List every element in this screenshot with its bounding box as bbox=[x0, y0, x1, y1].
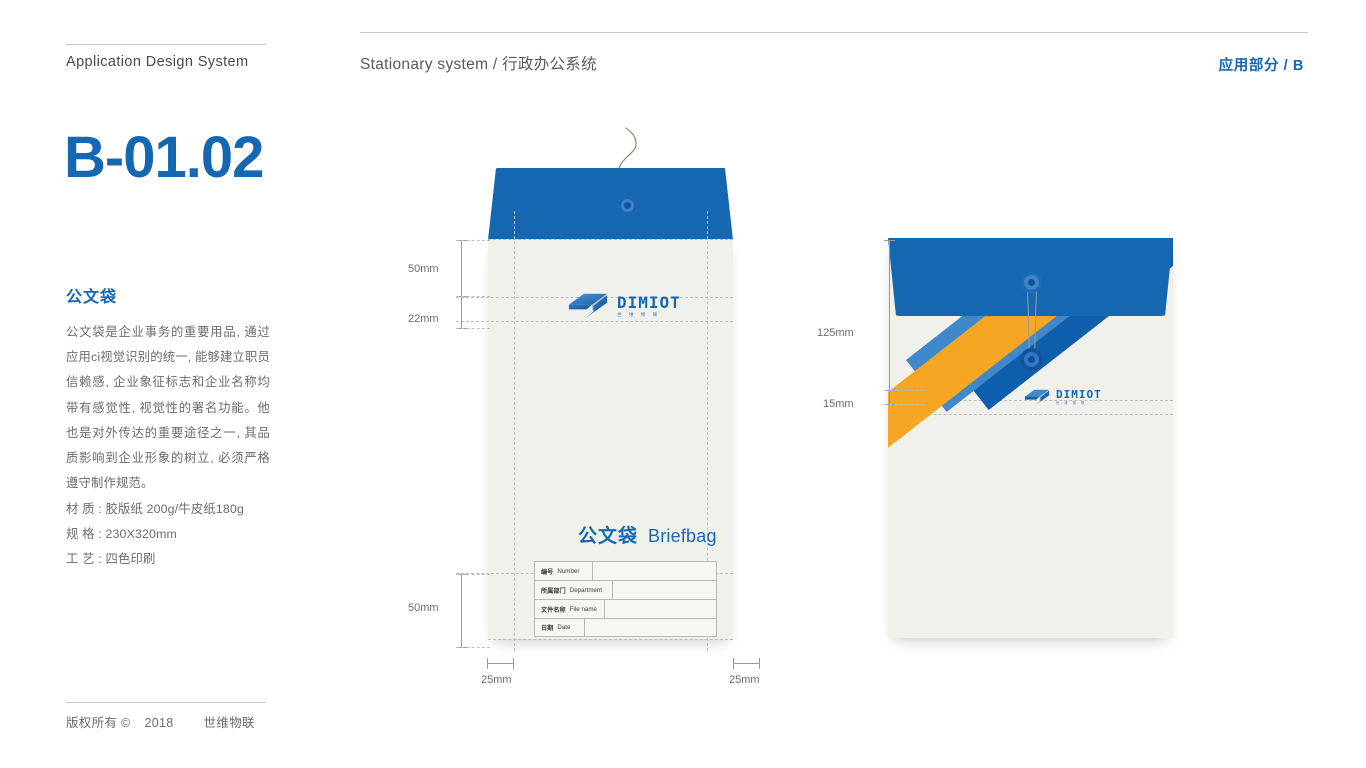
form-value-cell[interactable] bbox=[605, 600, 716, 618]
table-row: 文件名称 File name bbox=[534, 599, 717, 618]
table-row: 所属部门 Department bbox=[534, 580, 717, 599]
form-value-cell[interactable] bbox=[593, 562, 716, 580]
form-label-cn: 文件名称 bbox=[541, 606, 566, 614]
guide-extension bbox=[456, 296, 490, 297]
dimiot-diamond-arrow-mark bbox=[1023, 388, 1051, 407]
sidebar-specs: 材 质 : 胶版纸 200g/牛皮纸180g 规 格 : 230X320mm 工… bbox=[66, 497, 281, 573]
form-label-en: Date bbox=[557, 624, 571, 631]
sidebar-title: 公文袋 bbox=[66, 289, 118, 306]
brand-guideline-page: Application Design System Stationary sys… bbox=[0, 0, 1366, 768]
guide-line-v bbox=[514, 211, 515, 651]
envelope-eyelet-icon bbox=[1021, 272, 1042, 293]
dimension-label-bottom-margin: 50mm bbox=[408, 602, 439, 614]
footer-year: 2018 bbox=[144, 716, 174, 730]
form-label-cell: 日期 Date bbox=[535, 619, 585, 636]
logo-subtext: 世 维 物 联 bbox=[617, 311, 661, 317]
spec-process: 工 艺 : 四色印刷 bbox=[66, 552, 156, 567]
table-row: 编号 Number bbox=[534, 561, 717, 580]
dimension-label-top-flap: 50mm bbox=[408, 263, 439, 275]
guide-extension bbox=[456, 240, 490, 241]
envelope-eyelet-icon bbox=[1020, 348, 1043, 371]
form-label-en: Department bbox=[569, 586, 603, 594]
form-label-cell: 编号 Number bbox=[535, 562, 593, 580]
form-label-en: File name bbox=[569, 605, 597, 613]
guide-line-h bbox=[488, 639, 733, 640]
envelope-back-view: DIMIOT 世 维 物 联 bbox=[880, 238, 1180, 648]
guide-extension bbox=[884, 390, 924, 391]
dimension-tick bbox=[884, 240, 895, 241]
print-title-cn: 公文袋 bbox=[578, 526, 639, 547]
guide-extension bbox=[884, 404, 924, 405]
dimension-tick bbox=[487, 658, 488, 669]
form-label-cell: 所属部门 Department bbox=[535, 581, 613, 599]
table-row: 日期 Date bbox=[534, 618, 717, 637]
envelope-body: DIMIOT 世 维 物 联 公文袋 Briefbag 编号 Number 所属… bbox=[456, 211, 733, 651]
footer-rule bbox=[66, 702, 266, 703]
dimension-tick bbox=[513, 658, 514, 669]
header-chapter-label: 应用部分 / B bbox=[1218, 58, 1304, 74]
form-label-cell: 文件名称 File name bbox=[535, 600, 605, 618]
dimension-arrow-vertical bbox=[461, 574, 462, 648]
dimension-arrow-vertical bbox=[461, 240, 462, 329]
dimension-label-logo-band: 22mm bbox=[408, 313, 439, 325]
header-section-label: Stationary system / 行政办公系统 bbox=[360, 56, 597, 73]
footer-copyright: 版权所有 © 2018 世维物联 bbox=[66, 712, 255, 731]
dimension-label-right-side: 25mm bbox=[729, 674, 760, 686]
header-rule-main bbox=[360, 32, 1308, 33]
spec-material: 材 质 : 胶版纸 200g/牛皮纸180g bbox=[66, 502, 244, 516]
footer-copyright-text: 版权所有 © bbox=[66, 716, 131, 730]
guide-line-h bbox=[456, 321, 733, 322]
dimension-arrow-horizontal bbox=[733, 663, 760, 664]
guide-line-h bbox=[488, 239, 733, 240]
dimension-label-logo-offset: 15mm bbox=[823, 398, 854, 410]
form-value-cell[interactable] bbox=[585, 619, 716, 636]
dimension-label-left-side: 25mm bbox=[481, 674, 512, 686]
page-code: B-01.02 bbox=[64, 125, 264, 190]
dimiot-diamond-arrow-mark bbox=[566, 291, 610, 321]
dimension-tick bbox=[759, 658, 760, 669]
guide-extension bbox=[456, 647, 490, 648]
logo-wordmark: DIMIOT bbox=[617, 292, 681, 312]
logo-wordmark: DIMIOT bbox=[1056, 388, 1102, 402]
form-value-cell[interactable] bbox=[613, 581, 716, 599]
envelope-flap bbox=[488, 168, 733, 240]
dimension-arrow-vertical bbox=[889, 240, 890, 404]
spec-size: 规 格 : 230X320mm bbox=[66, 527, 177, 542]
form-label-cn: 编号 bbox=[541, 568, 554, 576]
envelope-form-table: 编号 Number 所属部门 Department 文件名称 File name… bbox=[534, 561, 717, 637]
sidebar-description: 公文袋是企业事务的重要用品, 通过应用ci视觉识别的统一, 能够建立职员信赖感,… bbox=[66, 325, 270, 491]
logo-text-block: DIMIOT 世 维 物 联 bbox=[1056, 389, 1102, 405]
guide-extension bbox=[456, 574, 490, 575]
logo-subtext: 世 维 物 联 bbox=[1056, 401, 1087, 406]
guide-extension bbox=[456, 328, 490, 329]
logo-text-block: DIMIOT 世 维 物 联 bbox=[617, 292, 681, 318]
dimension-tick bbox=[733, 658, 734, 669]
header-left-label: Application Design System bbox=[66, 54, 249, 70]
print-title-en: Briefbag bbox=[648, 526, 717, 546]
form-label-en: Number bbox=[557, 567, 580, 575]
dimension-label-flap-depth: 125mm bbox=[817, 327, 854, 339]
brand-logo-lockup: DIMIOT 世 维 物 联 bbox=[1023, 388, 1102, 407]
envelope-eyelet-icon bbox=[618, 196, 637, 215]
header-rule-left bbox=[66, 44, 266, 45]
footer-company: 世维物联 bbox=[203, 716, 255, 730]
form-label-cn: 日期 bbox=[541, 625, 554, 632]
envelope-print-title: 公文袋 Briefbag bbox=[578, 521, 717, 548]
envelope-front-view: DIMIOT 世 维 物 联 公文袋 Briefbag 编号 Number 所属… bbox=[456, 127, 760, 651]
form-label-cn: 所属部门 bbox=[541, 587, 566, 595]
dimension-arrow-horizontal bbox=[487, 663, 514, 664]
brand-logo-lockup: DIMIOT 世 维 物 联 bbox=[566, 291, 681, 321]
